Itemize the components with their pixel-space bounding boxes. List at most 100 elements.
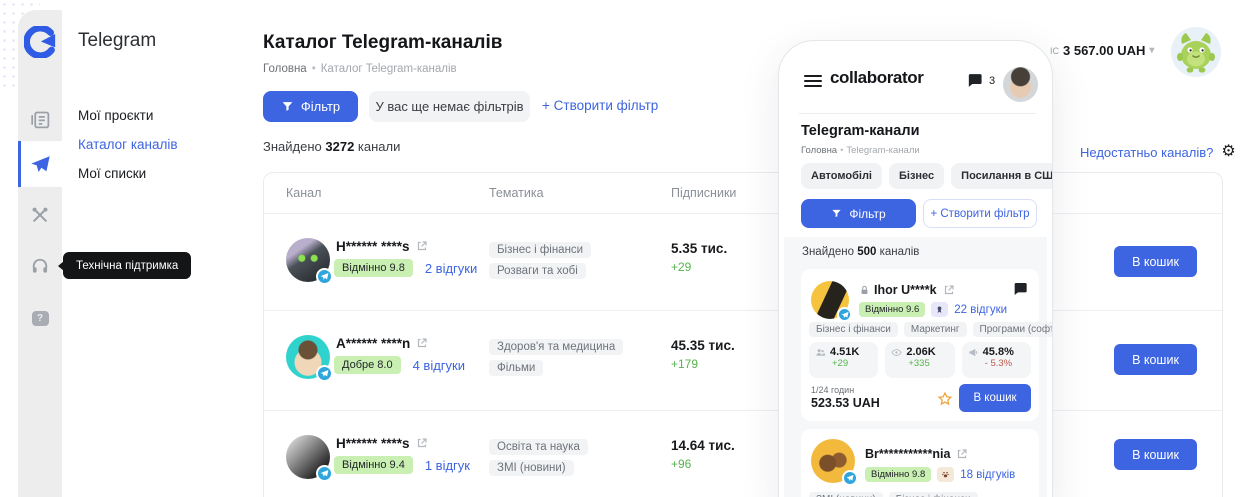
telegram-badge-icon [842,470,858,486]
channel-name[interactable]: Ihor U****k [859,283,955,297]
divider [799,113,1036,114]
subscribers-delta: +179 [671,357,698,371]
table-row: A****** ****n Добре 8.0 4 відгуки Здоров… [264,311,1222,411]
chat-icon[interactable] [1011,281,1029,297]
user-avatar[interactable] [1003,67,1038,102]
rating-badge: Відмінно 9.8 [334,259,413,277]
table-row: H****** ****s Відмінно 9.4 1 відгук Осві… [264,411,1222,497]
telegram-catalog-icon[interactable] [18,141,62,187]
megaphone-icon [968,347,979,358]
subscribers-icon [815,347,826,358]
column-topic: Тематика [489,186,544,200]
sidebar-item-channel-catalog[interactable]: Каталог каналів [78,137,178,154]
views-stat: 2.06K +335 [885,342,954,378]
reviews-link[interactable]: 22 відгуки [954,304,1007,316]
filter-button[interactable]: Фільтр [263,91,358,122]
chip-business[interactable]: Бізнес [889,163,944,189]
lock-icon [859,285,870,296]
column-channel: Канал [286,186,321,200]
faq-icon[interactable]: ? [18,295,62,341]
collaborator-logo-icon[interactable] [24,26,56,58]
rating-badge: Відмінно 9.4 [334,456,413,474]
views-icon [891,347,902,358]
price-period: 1/24 годин [811,385,854,395]
reviews-link[interactable]: 4 відгуки [413,358,465,373]
topic-tags: Здоров'я та медицина Фільми [489,339,623,376]
chat-icon[interactable] [965,72,984,89]
subscribers-delta: +96 [671,457,691,471]
chip-automobiles[interactable]: Автомобілі [801,163,882,189]
sidebar-item-my-projects[interactable]: Мої проєкти [78,108,153,125]
channel-card: Br***********nia Відмінно 9.8 18 відгукі… [801,429,1039,497]
no-filters-label: У вас ще немає фільтрів [369,91,530,122]
external-link-icon[interactable] [416,337,428,349]
medal-icon [931,302,948,317]
phone-results-count: Знайдено 500 каналів [802,246,919,258]
channel-card: Ihor U****k Відмінно 9.6 22 відгуки Бізн… [801,269,1039,421]
sidebar-rail: ? [18,10,62,497]
mascot-avatar[interactable] [1170,26,1222,78]
phone-create-filter-button[interactable]: + Створити фільтр [923,199,1037,228]
channel-name[interactable]: Br***********nia [865,447,968,461]
channel-avatar [811,281,849,319]
insufficient-channels-link[interactable]: Недостатньо каналів? ⚙ [1080,144,1236,160]
page-title: Каталог Telegram-каналів [263,32,502,54]
add-to-cart-button[interactable]: В кошик [1114,246,1197,277]
rating-badge: Добре 8.0 [334,356,401,374]
support-tooltip-label: Технічна підтримка [76,260,178,272]
table-header: Канал Тематика Підписники [264,173,1222,214]
add-to-cart-button[interactable]: В кошик [959,384,1031,412]
results-count: Знайдено 3272 канали [263,139,400,154]
hamburger-menu-icon[interactable] [804,75,822,87]
reviews-link[interactable]: 1 відгук [425,458,470,473]
topic-tags: Бізнес і фінанси Маркетинг Програми (соф… [809,322,1053,337]
telegram-badge-icon [837,307,852,322]
phone-mockup: collaborator 3 Telegram-канали Головна•T… [778,40,1053,497]
add-to-cart-button[interactable]: В кошик [1114,344,1197,375]
paw-icon [937,467,954,482]
external-link-icon[interactable] [956,448,968,460]
subscribers-count: 14.64 тис. [671,438,735,453]
funnel-icon [831,208,842,219]
channel-avatar [286,435,330,479]
phone-filter-button[interactable]: Фільтр [801,199,916,228]
support-headphones-icon[interactable] [18,243,62,289]
channel-name[interactable]: A****** ****n [336,336,428,351]
screenshot-root: ? Telegram Мої проєкти Каталог каналів М… [0,0,1246,497]
sidebar-item-my-lists[interactable]: Мої списки [78,166,146,183]
er-stat: 45.8% - 5.3% [962,342,1031,378]
subscribers-stat: 4.51K +29 [809,342,878,378]
favorite-star-icon[interactable] [937,391,953,407]
chevron-down-icon: ▾ [1149,45,1154,56]
topic-tags: Освіта та наука ЗМІ (новини) [489,439,588,476]
channel-avatar [811,439,855,483]
create-filter-button[interactable]: + Створити фільтр [542,98,658,113]
channel-name[interactable]: H****** ****s [336,239,428,254]
external-link-icon[interactable] [943,284,955,296]
breadcrumb-current: Каталог Telegram-каналів [321,63,457,75]
projects-icon[interactable] [18,96,62,142]
channel-avatar [286,238,330,282]
balance-selector[interactable]: IC 3 567.00 UAH ▾ [1050,43,1154,58]
funnel-icon [281,100,294,113]
reviews-link[interactable]: 18 відгуків [960,469,1015,481]
rating-badge: Відмінно 9.6 [859,302,925,317]
topic-tags: Бізнес і фінанси Розваги та хобі [489,242,591,279]
filter-chips: Автомобілі Бізнес Посилання в США [801,163,1053,189]
external-link-icon[interactable] [416,437,428,449]
channel-stats: 4.51K +29 2.06K +335 [809,342,1031,378]
gear-icon[interactable]: ⚙ [1221,144,1235,160]
table-row: H****** ****s Відмінно 9.8 2 відгуки Біз… [264,214,1222,311]
chat-count: 3 [989,75,995,87]
channel-name[interactable]: H****** ****s [336,436,428,451]
reviews-link[interactable]: 2 відгуки [425,261,477,276]
breadcrumb-home[interactable]: Головна [263,63,307,75]
subscribers-count: 5.35 тис. [671,241,727,256]
subscribers-delta: +29 [671,260,691,274]
add-to-cart-button[interactable]: В кошик [1114,439,1197,470]
collaborator-wordmark: collaborator [830,68,923,88]
external-link-icon[interactable] [416,240,428,252]
chip-usa-links[interactable]: Посилання в США [951,163,1053,189]
balance-amount: 3 567.00 UAH [1063,43,1145,58]
tools-icon[interactable] [18,192,62,238]
